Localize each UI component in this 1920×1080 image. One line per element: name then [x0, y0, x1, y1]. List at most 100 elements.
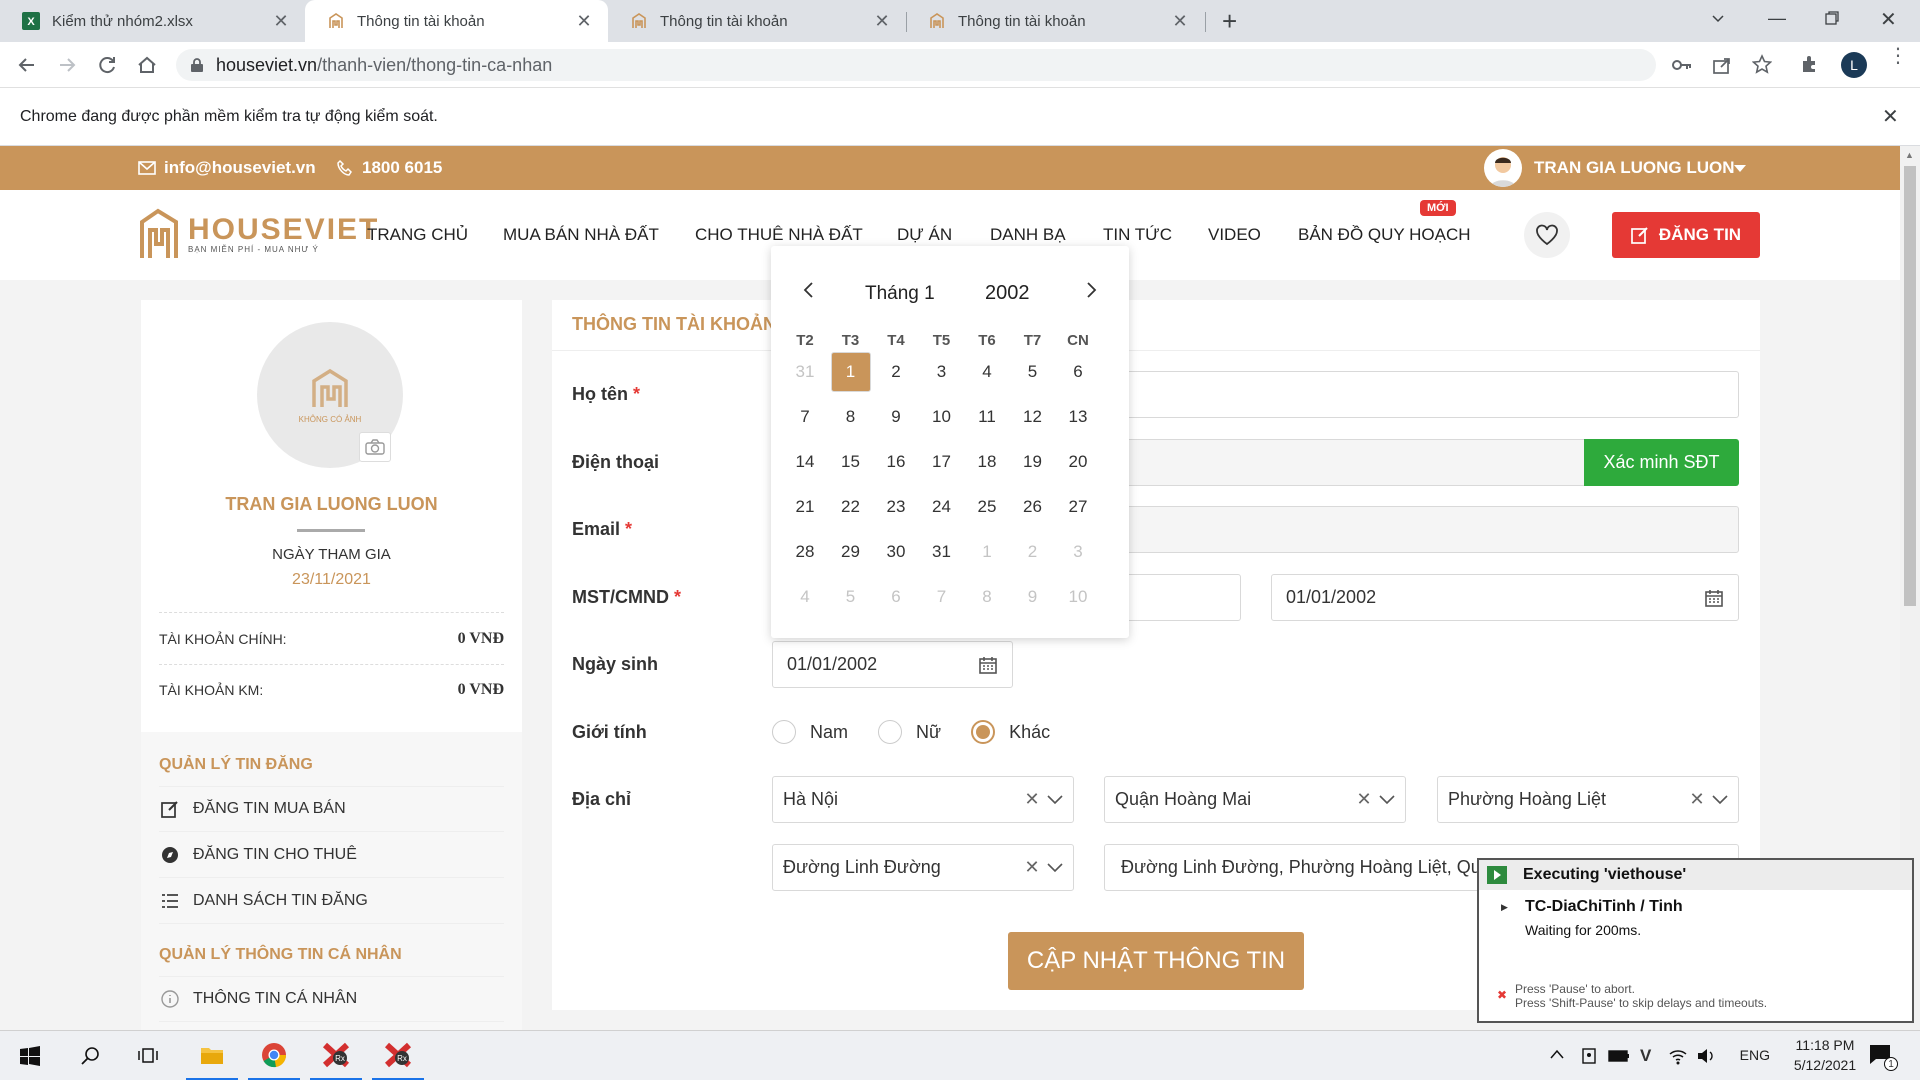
datepicker-day[interactable]: 5: [831, 577, 871, 617]
datepicker-day[interactable]: 22: [831, 487, 871, 527]
home-icon[interactable]: [136, 54, 158, 76]
clock-time[interactable]: 11:18 PM: [1770, 1037, 1880, 1053]
volume-icon[interactable]: [1696, 1047, 1716, 1065]
clear-icon[interactable]: ✕: [1017, 789, 1047, 810]
dob-input[interactable]: 01/01/2002: [772, 641, 1013, 688]
address-bar[interactable]: houseviet.vn/thanh-vien/thong-tin-ca-nha…: [176, 49, 1656, 81]
chevron-down-icon[interactable]: [1047, 794, 1063, 805]
datepicker-day[interactable]: 17: [922, 442, 962, 482]
datepicker-day[interactable]: 4: [785, 577, 825, 617]
profile-avatar[interactable]: L: [1841, 52, 1867, 78]
datepicker-day[interactable]: 8: [831, 397, 871, 437]
expand-arrow-icon[interactable]: ▶: [1501, 902, 1508, 913]
tab-close-icon[interactable]: ✕: [872, 11, 892, 32]
city-select[interactable]: Hà Nội ✕: [772, 776, 1074, 823]
datepicker-day[interactable]: 12: [1013, 397, 1053, 437]
datepicker-day-selected[interactable]: 1: [830, 352, 871, 392]
browser-tab[interactable]: X Kiểm thử nhóm2.xlsx ✕: [0, 0, 305, 42]
tab-close-icon[interactable]: ✕: [271, 11, 291, 32]
id-issue-date-input[interactable]: 01/01/2002: [1271, 574, 1739, 621]
datepicker-day[interactable]: 11: [967, 397, 1007, 437]
ward-select[interactable]: Phường Hoàng Liệt ✕: [1437, 776, 1739, 823]
chevron-down-icon[interactable]: [1712, 794, 1728, 805]
datepicker-day[interactable]: 21: [785, 487, 825, 527]
datepicker-day[interactable]: 14: [785, 442, 825, 482]
chevron-down-icon[interactable]: [1379, 794, 1395, 805]
datepicker-day[interactable]: 7: [785, 397, 825, 437]
datepicker-day[interactable]: 15: [831, 442, 871, 482]
datepicker-day[interactable]: 6: [1058, 352, 1098, 392]
nav-danh-ba[interactable]: DANH BẠ: [990, 225, 1066, 245]
datepicker-day[interactable]: 26: [1013, 487, 1053, 527]
datepicker-day[interactable]: 31: [785, 352, 825, 392]
verify-phone-button[interactable]: Xác minh SĐT: [1584, 439, 1739, 486]
tray-chevron-up-icon[interactable]: [1550, 1049, 1564, 1059]
gender-radio-male[interactable]: [772, 720, 796, 744]
datepicker-day[interactable]: 30: [876, 532, 916, 572]
datepicker-day[interactable]: 9: [1013, 577, 1053, 617]
datepicker-day[interactable]: 8: [967, 577, 1007, 617]
nav-mua-ban[interactable]: MUA BÁN NHÀ ĐẤT: [503, 225, 659, 245]
post-listing-button[interactable]: ĐĂNG TIN: [1612, 212, 1760, 258]
nav-video[interactable]: VIDEO: [1208, 225, 1261, 245]
datepicker-day[interactable]: 23: [876, 487, 916, 527]
datepicker-day[interactable]: 25: [967, 487, 1007, 527]
browser-tab-active[interactable]: Thông tin tài khoản ✕: [305, 0, 608, 42]
file-explorer-icon[interactable]: [186, 1031, 238, 1080]
datepicker-day[interactable]: 10: [1058, 577, 1098, 617]
battery-icon[interactable]: [1608, 1050, 1630, 1062]
datepicker-day[interactable]: 19: [1013, 442, 1053, 482]
task-view-icon[interactable]: [122, 1031, 174, 1080]
datepicker-day[interactable]: 29: [831, 532, 871, 572]
datepicker-day[interactable]: 6: [876, 577, 916, 617]
chevron-down-icon[interactable]: [1047, 862, 1063, 873]
forward-arrow-icon[interactable]: [56, 54, 78, 76]
datepicker-day[interactable]: 5: [1013, 352, 1053, 392]
clear-icon[interactable]: ✕: [1017, 857, 1047, 878]
next-month-chevron-icon[interactable]: [1085, 282, 1097, 298]
search-icon[interactable]: [64, 1031, 116, 1080]
sidebar-item-post-list[interactable]: DANH SÁCH TIN ĐĂNG: [159, 878, 504, 924]
nav-du-an[interactable]: DỰ ÁN: [897, 225, 952, 245]
chrome-icon[interactable]: [248, 1031, 300, 1080]
sidebar-item-post-sale[interactable]: ĐĂNG TIN MUA BÁN: [159, 786, 504, 832]
wifi-icon[interactable]: [1668, 1047, 1688, 1065]
share-icon[interactable]: [1712, 55, 1732, 75]
infobar-close-icon[interactable]: ✕: [1882, 104, 1899, 129]
bookmark-star-icon[interactable]: [1752, 54, 1772, 74]
topbar-username[interactable]: TRAN GIA LUONG LUON: [1534, 158, 1735, 178]
favorites-button[interactable]: [1524, 212, 1570, 258]
datepicker-day[interactable]: 13: [1058, 397, 1098, 437]
topbar-phone[interactable]: 1800 6015: [336, 158, 442, 178]
datepicker-day[interactable]: 27: [1058, 487, 1098, 527]
calendar-icon[interactable]: [1704, 588, 1724, 608]
clock-date[interactable]: 5/12/2021: [1770, 1057, 1880, 1073]
reload-icon[interactable]: [96, 54, 118, 76]
browser-tab[interactable]: Thông tin tài khoản ✕: [906, 0, 1204, 42]
calendar-icon[interactable]: [978, 655, 998, 675]
datepicker-day[interactable]: 24: [922, 487, 962, 527]
browser-tab[interactable]: Thông tin tài khoản ✕: [608, 0, 906, 42]
scrollbar-thumb[interactable]: [1904, 166, 1916, 606]
datepicker-day[interactable]: 2: [1013, 532, 1053, 572]
datepicker-day[interactable]: 3: [1058, 532, 1098, 572]
datepicker-day[interactable]: 4: [967, 352, 1007, 392]
key-icon[interactable]: [1672, 56, 1692, 74]
sidebar-item-post-rent[interactable]: ĐĂNG TIN CHO THUÊ: [159, 832, 504, 878]
gender-radio-other-selected[interactable]: [971, 720, 996, 744]
windows-start-icon[interactable]: [4, 1031, 56, 1080]
gender-radio-female[interactable]: [878, 720, 903, 744]
update-info-button[interactable]: CẬP NHẬT THÔNG TIN: [1008, 932, 1304, 990]
user-dropdown-caret-icon[interactable]: [1734, 165, 1746, 173]
datepicker-day[interactable]: 16: [876, 442, 916, 482]
minimize-icon[interactable]: —: [1768, 8, 1786, 29]
tab-search-chevron-icon[interactable]: [1710, 10, 1726, 26]
clear-icon[interactable]: ✕: [1682, 789, 1712, 810]
site-logo[interactable]: HOUSEVIET BẠN MIỄN PHÍ - MUA NHƯ Ý: [138, 208, 379, 260]
vpn-v-icon[interactable]: V: [1640, 1046, 1651, 1066]
prev-month-chevron-icon[interactable]: [803, 282, 815, 298]
restore-icon[interactable]: [1824, 10, 1840, 26]
tab-close-icon[interactable]: ✕: [1170, 11, 1190, 32]
new-tab-plus-icon[interactable]: +: [1222, 6, 1237, 37]
back-arrow-icon[interactable]: [16, 54, 38, 76]
